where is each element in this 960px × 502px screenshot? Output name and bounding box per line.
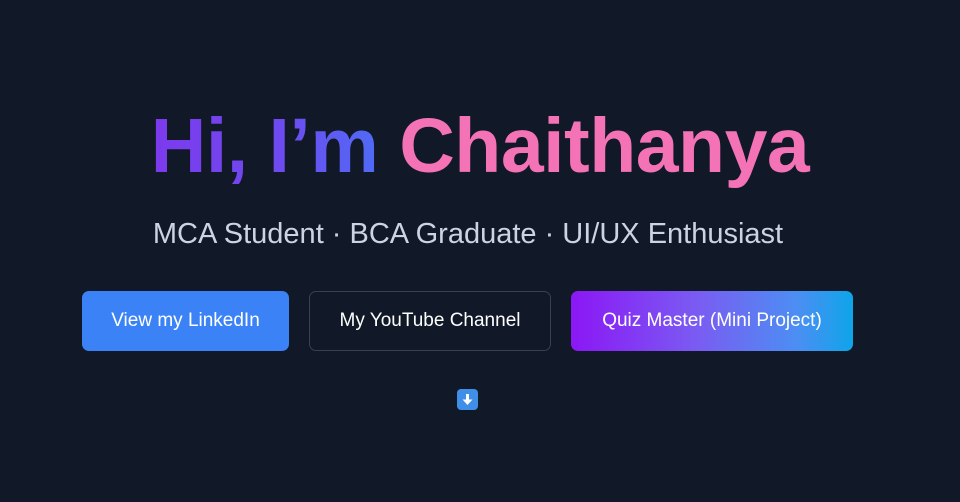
down-arrow-icon[interactable] — [457, 389, 478, 410]
greeting-text: Hi, I’m — [150, 103, 379, 189]
hero-title: Hi, I’m Chaithanya — [0, 98, 960, 194]
down-arrow-glyph — [462, 394, 473, 405]
youtube-button[interactable]: My YouTube Channel — [309, 291, 551, 351]
quiz-master-button[interactable]: Quiz Master (Mini Project) — [571, 291, 853, 351]
linkedin-button[interactable]: View my LinkedIn — [82, 291, 289, 351]
hero-tagline: MCA Student · BCA Graduate · UI/UX Enthu… — [152, 218, 784, 250]
hero-section: Hi, I’m Chaithanya MCA Student · BCA Gra… — [0, 0, 960, 502]
name-text: Chaithanya — [399, 103, 810, 189]
